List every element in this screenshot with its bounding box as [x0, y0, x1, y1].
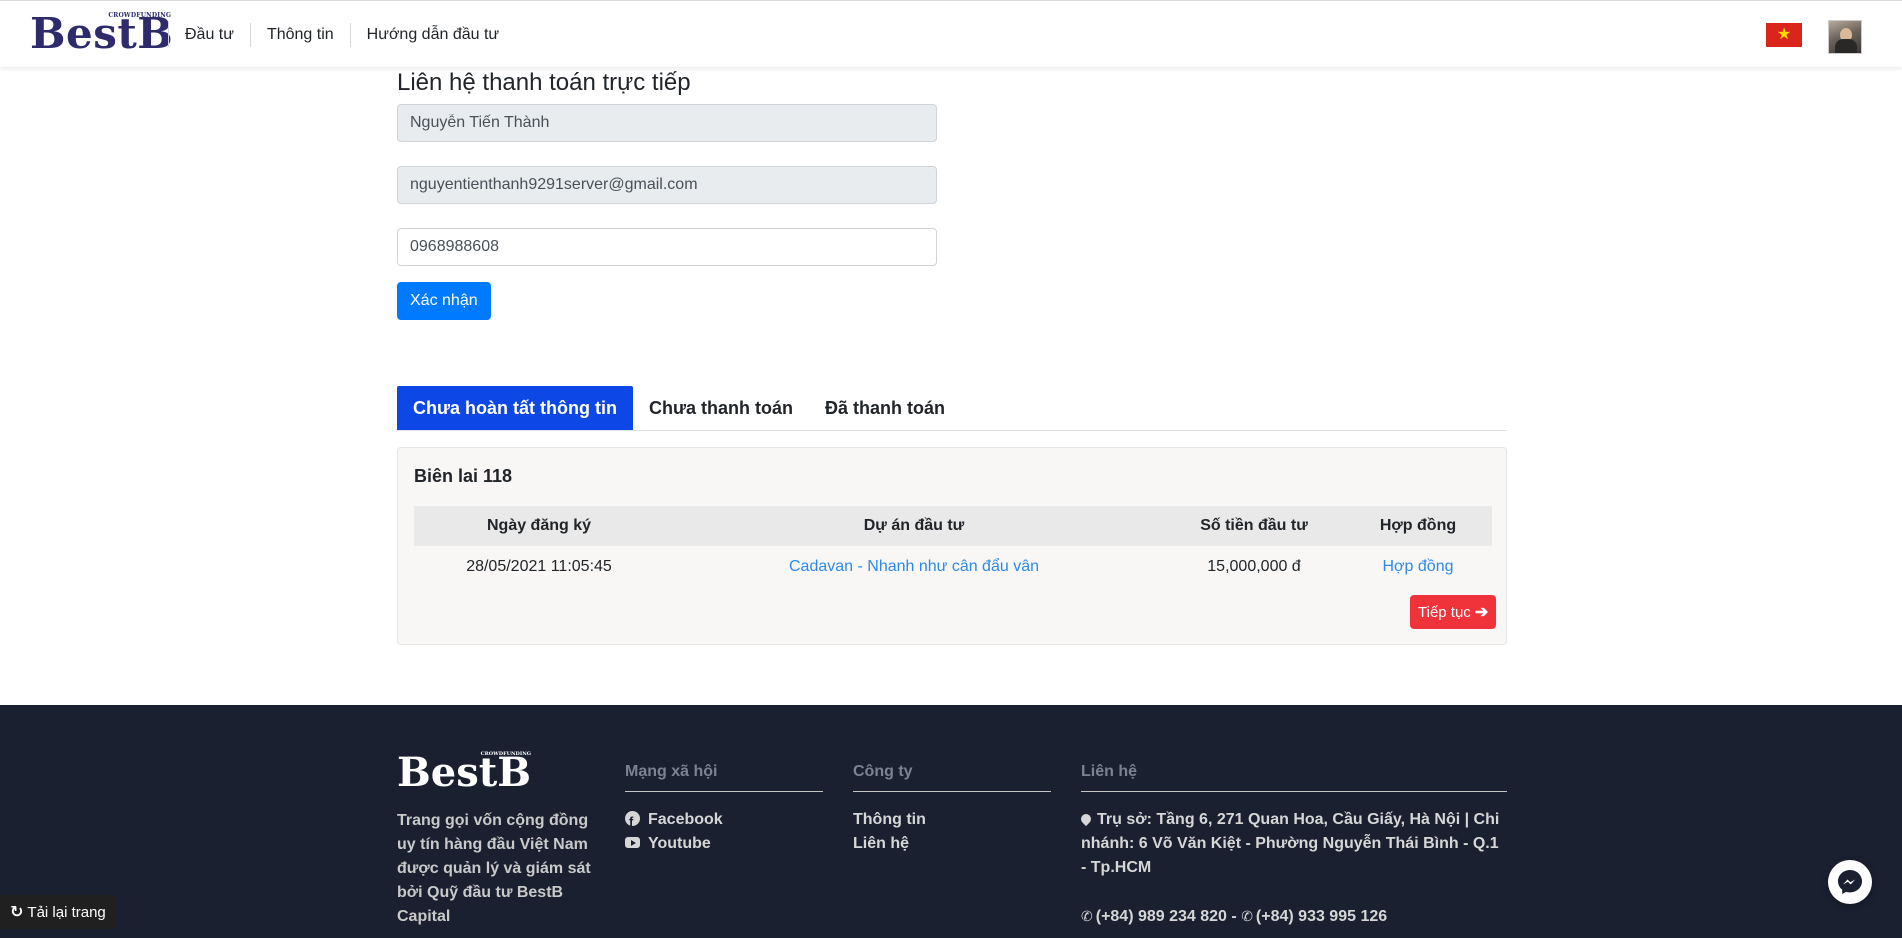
nav-item-invest[interactable]: Đầu tư	[168, 23, 250, 47]
contract-link[interactable]: Hợp đồng	[1344, 558, 1492, 576]
cell-date: 28/05/2021 11:05:45	[466, 558, 612, 575]
column-header-project: Dự án đầu tư	[863, 517, 965, 534]
phone-field[interactable]	[397, 228, 937, 266]
email-field[interactable]	[397, 166, 937, 204]
footer-link-info[interactable]: Thông tin	[853, 808, 1051, 832]
footer-address: Trụ sở: Tầng 6, 271 Quan Hoa, Cầu Giấy, …	[1078, 808, 1507, 880]
table-header: Ngày đăng ký Dự án đầu tư Số tiền đầu tư…	[414, 506, 1492, 546]
footer-brand-name: BestB	[397, 749, 532, 796]
footer: BestB CROWDFUNDING Trang gọi vốn cộng đồ…	[0, 705, 1902, 938]
column-header-contract: Hợp đồng	[1379, 517, 1457, 534]
footer-social-heading: Mạng xã hội	[625, 763, 823, 792]
footer-brand-tagline: CROWDFUNDING	[480, 751, 532, 757]
confirm-button[interactable]: Xác nhận	[397, 282, 491, 320]
footer-phones: ✆ (+84) 989 234 820 - ✆ (+84) 933 995 126	[1081, 904, 1507, 929]
vietnam-flag-icon[interactable]: ★	[1766, 23, 1802, 47]
project-link[interactable]: Cadavan - Nhanh như cân đẩu vân	[664, 558, 1164, 576]
brand-tagline: CROWDFUNDING	[108, 12, 172, 19]
facebook-icon	[625, 810, 640, 834]
column-header-amount: Số tiền đầu tư	[1200, 517, 1308, 534]
footer-contact-heading: Liên hệ	[1081, 763, 1507, 792]
map-marker-icon	[1078, 811, 1094, 827]
messenger-icon	[1838, 870, 1862, 894]
brand-logo[interactable]: BestB CROWDFUNDING	[30, 9, 174, 58]
table-row: 28/05/2021 11:05:45 Cadavan - Nhanh như …	[414, 546, 1492, 588]
receipt-tabs: Chưa hoàn tất thông tin Chưa thanh toán …	[397, 386, 1507, 431]
tab-paid[interactable]: Đã thanh toán	[809, 386, 961, 430]
facebook-link[interactable]: Facebook	[625, 808, 823, 834]
footer-company-heading: Công ty	[853, 763, 1051, 792]
main-nav: Đầu tư Thông tin Hướng dẫn đầu tư	[168, 23, 515, 47]
column-header-date: Ngày đăng ký	[486, 517, 592, 534]
nav-item-info[interactable]: Thông tin	[249, 23, 350, 47]
phone-icon: ✆	[1241, 908, 1253, 924]
tab-unpaid[interactable]: Chưa thanh toán	[633, 386, 809, 430]
receipt-title: Biên lai 118	[414, 466, 513, 486]
footer-logo: BestB CROWDFUNDING	[397, 749, 532, 796]
phone-2[interactable]: (+84) 933 995 126	[1256, 908, 1387, 925]
footer-link-contact[interactable]: Liên hệ	[853, 832, 1051, 856]
messenger-chat-button[interactable]	[1828, 860, 1872, 904]
reload-label: Tải lại trang	[27, 903, 106, 921]
top-navbar: BestB CROWDFUNDING Đầu tư Thông tin Hướn…	[0, 0, 1902, 67]
continue-button[interactable]: Tiếp tục ➔	[1410, 595, 1497, 629]
brand-name: BestB	[30, 9, 174, 58]
youtube-icon	[625, 837, 640, 848]
footer-company-column: Công ty Thông tin Liên hệ	[853, 763, 1051, 856]
receipt-card: Biên lai 118 Ngày đăng ký Dự án đầu tư S…	[397, 447, 1507, 645]
youtube-link[interactable]: Youtube	[625, 832, 823, 856]
user-avatar[interactable]	[1828, 20, 1862, 54]
footer-contact-column: Liên hệ Trụ sở: Tầng 6, 271 Quan Hoa, Cầ…	[1078, 763, 1507, 929]
refresh-icon: ↻	[10, 904, 24, 921]
receipt-table: Ngày đăng ký Dự án đầu tư Số tiền đầu tư…	[414, 506, 1492, 588]
cell-amount: 15,000,000 đ	[1207, 558, 1301, 575]
nav-item-guide[interactable]: Hướng dẫn đầu tư	[349, 23, 515, 47]
tab-incomplete-info[interactable]: Chưa hoàn tất thông tin	[397, 386, 634, 430]
phone-1[interactable]: (+84) 989 234 820 -	[1096, 908, 1237, 925]
continue-label: Tiếp tục	[1418, 603, 1471, 621]
footer-social-column: Mạng xã hội Facebook Youtube	[625, 763, 823, 856]
arrow-right-icon: ➔	[1474, 604, 1489, 621]
phone-icon: ✆	[1081, 908, 1093, 924]
star-icon: ★	[1776, 26, 1792, 43]
name-field[interactable]	[397, 104, 937, 142]
reload-page-button[interactable]: ↻ Tải lại trang	[0, 895, 116, 929]
payment-contact-title: Liên hệ thanh toán trực tiếp	[397, 69, 691, 96]
footer-description: Trang gọi vốn cộng đồng uy tín hàng đầu …	[397, 812, 591, 925]
